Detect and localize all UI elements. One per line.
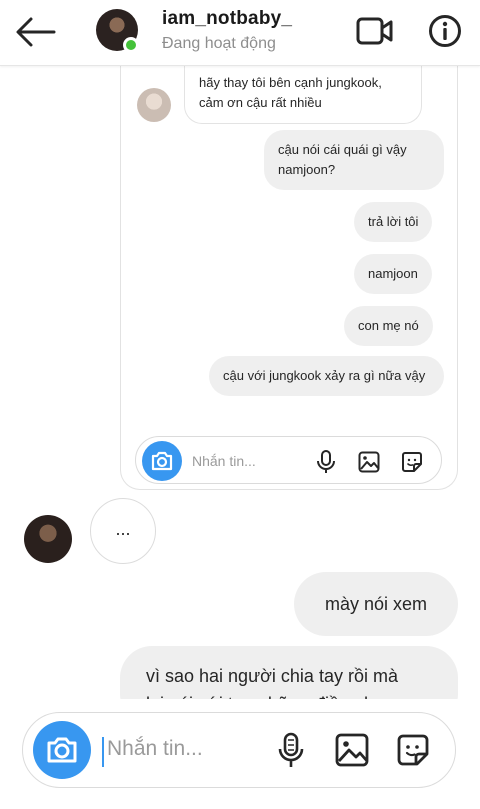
sticker-icon[interactable]: [395, 732, 431, 768]
sent-message[interactable]: mày nói xem: [294, 572, 458, 636]
screenshot-composer: Nhắn tin...: [135, 436, 442, 484]
screenshot-incoming-message: hãy thay tôi bên cạnh jungkook, cảm ơn c…: [184, 64, 422, 124]
screenshot-outgoing-message: cậu nói cái quái gì vậy namjoon?: [264, 130, 444, 190]
typing-indicator: ...: [90, 498, 156, 564]
message-composer[interactable]: Nhắn tin...: [22, 712, 456, 788]
screenshot-sender-avatar: [137, 88, 171, 122]
online-status-dot: [123, 37, 139, 53]
camera-icon: [142, 441, 182, 481]
back-arrow-icon[interactable]: [14, 12, 58, 52]
gallery-icon: [358, 451, 380, 473]
screenshot-outgoing-message: con mẹ nó: [344, 306, 433, 346]
contact-username[interactable]: iam_notbaby_: [162, 8, 292, 30]
microphone-icon: [316, 450, 336, 474]
video-call-icon[interactable]: [356, 16, 394, 46]
chat-header: iam_notbaby_ Đang hoạt động: [0, 0, 480, 66]
gallery-icon[interactable]: [335, 733, 369, 767]
avatar[interactable]: [24, 515, 72, 563]
sticker-icon: [400, 450, 424, 474]
screenshot-outgoing-message: namjoon: [354, 254, 432, 294]
shared-screenshot-image[interactable]: hãy thay tôi bên cạnh jungkook, cảm ơn c…: [120, 64, 458, 490]
message-line: vì sao hai người chia tay rồi mà: [146, 666, 398, 686]
screenshot-outgoing-message: cậu với jungkook xảy ra gì nữa vậy: [209, 356, 444, 396]
text-cursor: [102, 737, 104, 767]
info-icon[interactable]: [428, 14, 462, 48]
activity-status: Đang hoạt động: [162, 35, 276, 52]
message-input-placeholder[interactable]: Nhắn tin...: [107, 737, 203, 761]
screenshot-composer-placeholder: Nhắn tin...: [192, 453, 256, 469]
camera-icon[interactable]: [33, 721, 91, 779]
microphone-icon[interactable]: [277, 732, 305, 770]
screenshot-outgoing-message: trả lời tôi: [354, 202, 433, 242]
